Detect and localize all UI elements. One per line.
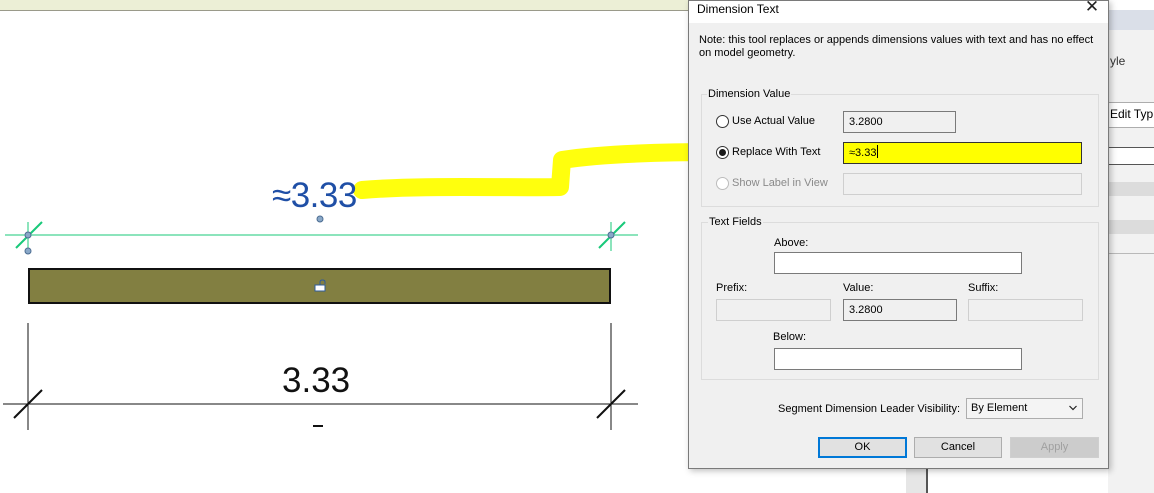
properties-field[interactable] [1108, 147, 1154, 165]
properties-section-bar [1108, 220, 1154, 234]
dialog-body: Note: this tool replaces or appends dime… [689, 23, 1108, 468]
show-label-in-view-field[interactable] [843, 173, 1082, 195]
grip-left [24, 231, 32, 239]
text-fields-group-label: Text Fields [708, 216, 763, 229]
prefix-input[interactable] [716, 299, 831, 321]
value-label: Value: [843, 282, 874, 294]
grip-left-lower [24, 247, 32, 255]
dialog-titlebar[interactable]: Dimension Text ✕ [689, 0, 1108, 23]
properties-panel: yle Edit Typ [1108, 10, 1154, 493]
below-label: Below: [773, 331, 807, 343]
replace-with-text-value: ≈3.33 [849, 147, 877, 159]
dialog-title: Dimension Text [697, 2, 779, 16]
bottom-dimension-mark [313, 425, 323, 427]
apply-button[interactable]: Apply [1010, 437, 1099, 458]
above-input[interactable] [774, 252, 1022, 274]
replace-with-text-input[interactable]: ≈3.33 [843, 142, 1082, 164]
below-input[interactable] [774, 348, 1022, 370]
replace-with-text-radio[interactable] [716, 146, 729, 159]
close-icon[interactable]: ✕ [1079, 0, 1105, 15]
value-field: 3.2800 [843, 299, 957, 321]
dimension-text-dialog: Dimension Text ✕ Note: this tool replace… [688, 0, 1109, 469]
lock-icon[interactable] [314, 279, 326, 292]
suffix-input[interactable] [968, 299, 1083, 321]
leader-visibility-value: By Element [971, 402, 1028, 414]
properties-header [1108, 10, 1154, 30]
properties-partial-label: yle [1110, 54, 1126, 68]
show-label-in-view-radio[interactable] [716, 177, 729, 190]
chevron-down-icon [1069, 405, 1077, 411]
view-border [926, 465, 928, 493]
grip-text [316, 215, 324, 223]
leader-visibility-dropdown[interactable]: By Element [966, 398, 1083, 419]
text-caret [877, 145, 879, 158]
highlight-stroke [353, 143, 729, 199]
edit-type-label: Edit Typ [1110, 107, 1154, 121]
grip-right [607, 231, 615, 239]
above-label: Above: [774, 237, 809, 249]
view-scroll-strip[interactable] [906, 465, 926, 493]
show-label-in-view-label[interactable]: Show Label in View [732, 177, 828, 190]
properties-section-bar [1108, 182, 1154, 196]
cancel-button[interactable]: Cancel [914, 437, 1002, 458]
prefix-label: Prefix: [716, 282, 748, 294]
ok-button[interactable]: OK [818, 437, 907, 458]
suffix-label: Suffix: [968, 282, 999, 294]
use-actual-value-radio[interactable] [716, 115, 729, 128]
leader-visibility-label: Segment Dimension Leader Visibility: [778, 403, 960, 415]
use-actual-value-field: 3.2800 [843, 111, 956, 133]
dimension-value-group-label: Dimension Value [707, 88, 792, 101]
replace-with-text-label[interactable]: Replace With Text [732, 146, 820, 159]
dialog-note: Note: this tool replaces or appends dime… [699, 34, 1094, 59]
properties-divider [1108, 253, 1154, 254]
use-actual-value-label[interactable]: Use Actual Value [732, 115, 815, 128]
bottom-dimension-text[interactable]: 3.33 [282, 361, 350, 401]
top-dimension-text[interactable]: ≈3.33 [272, 176, 357, 216]
